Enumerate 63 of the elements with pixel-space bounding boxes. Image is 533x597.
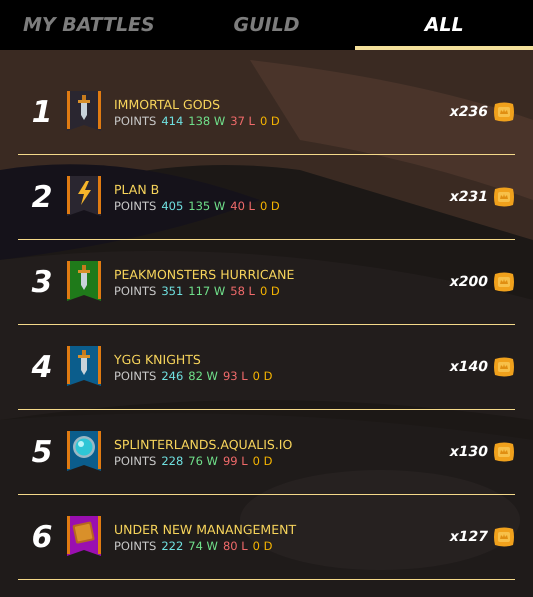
losses-count: 93 L xyxy=(222,368,248,382)
orb-icon xyxy=(73,436,95,458)
points-label: POINTS xyxy=(114,284,156,298)
draws-count: 0 D xyxy=(252,368,272,382)
rank-number: 4 xyxy=(30,350,54,384)
rank-number: 2 xyxy=(30,180,54,214)
tab[interactable]: GUILD xyxy=(178,0,356,50)
draws-count: 0 D xyxy=(260,284,280,298)
guild-name: PEAKMONSTERS HURRICANE xyxy=(114,266,296,282)
coin-icon xyxy=(493,101,515,123)
reward-amount: x236 xyxy=(450,104,488,120)
losses-count: 40 L xyxy=(230,198,255,212)
wins-count: 138 W xyxy=(188,114,226,128)
tab[interactable]: MY BATTLES xyxy=(0,0,178,50)
coin-icon xyxy=(493,186,515,208)
rank-number: 6 xyxy=(30,520,54,554)
points-label: POINTS xyxy=(114,538,156,552)
points-value: 222 xyxy=(161,538,184,552)
coin-icon xyxy=(493,526,515,548)
coin-icon xyxy=(493,356,515,378)
wins-count: 74 W xyxy=(188,538,218,552)
wins-count: 117 W xyxy=(188,284,226,298)
sword-icon xyxy=(78,350,90,375)
losses-count: 37 L xyxy=(230,114,255,128)
guild-name: SPLINTERLANDS.AQUALIS.IO xyxy=(114,436,294,452)
reward-amount: x231 xyxy=(450,189,488,205)
draws-count: 0 D xyxy=(260,198,280,212)
rank-number: 3 xyxy=(30,264,54,300)
tab[interactable]: ALL xyxy=(355,0,533,50)
points-label: POINTS xyxy=(114,454,156,468)
draws-count: 0 D xyxy=(260,114,280,128)
lightning-icon xyxy=(78,181,91,205)
wins-count: 76 W xyxy=(188,454,218,468)
book-icon xyxy=(72,521,95,544)
rank-number: 5 xyxy=(30,434,54,470)
points-label: POINTS xyxy=(114,198,156,212)
coin-icon xyxy=(493,441,515,463)
points-value: 405 xyxy=(161,198,184,212)
guild-name: YGG KNIGHTS xyxy=(114,352,202,366)
losses-count: 80 L xyxy=(222,538,248,552)
guild-name: PLAN B xyxy=(114,182,160,196)
reward-amount: x140 xyxy=(450,359,488,375)
wins-count: 135 W xyxy=(188,198,226,212)
wins-count: 82 W xyxy=(188,368,218,382)
reward-amount: x130 xyxy=(450,444,488,460)
points-value: 351 xyxy=(161,284,184,298)
losses-count: 99 L xyxy=(222,454,248,468)
points-value: 246 xyxy=(161,368,184,382)
guild-name: UNDER NEW MANANGEMENT xyxy=(114,522,298,536)
sword-icon xyxy=(78,95,90,120)
draws-count: 0 D xyxy=(252,454,272,468)
sword-icon xyxy=(78,265,90,290)
points-label: POINTS xyxy=(114,368,156,382)
rank-number: 1 xyxy=(30,94,54,130)
draws-count: 0 D xyxy=(252,538,272,552)
points-value: 414 xyxy=(161,114,184,128)
points-value: 228 xyxy=(161,454,184,468)
losses-count: 58 L xyxy=(230,284,255,298)
coin-icon xyxy=(493,271,515,293)
points-label: POINTS xyxy=(114,114,156,128)
guild-name: IMMORTAL GODS xyxy=(114,96,222,112)
reward-amount: x127 xyxy=(450,529,488,545)
reward-amount: x200 xyxy=(450,274,488,290)
